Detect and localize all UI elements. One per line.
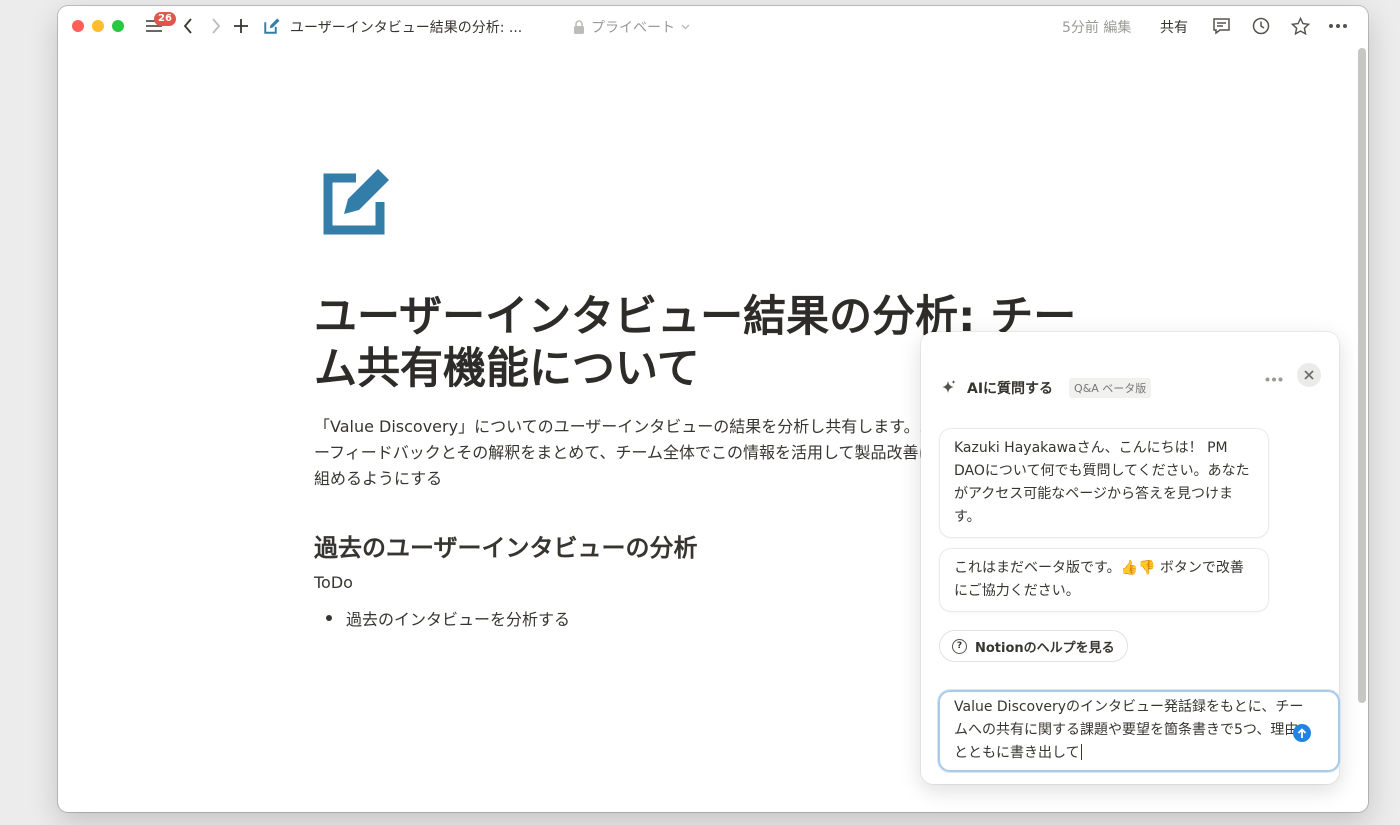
history-button[interactable] [1251,16,1271,36]
ai-question-text: Value Discoveryのインタビュー発話録をもとに、チームへの共有に関す… [954,699,1304,761]
breadcrumb-page-title[interactable]: ユーザーインタビュー結果の分析: ... [290,17,522,37]
edit-icon [323,169,389,235]
page-icon[interactable] [322,164,396,240]
page-description[interactable]: 「Value Discovery」についてのユーザーインタビューの結果を分析し共… [314,414,974,492]
ai-close-button[interactable] [1297,363,1321,387]
ai-panel-title: AIに質問する [967,381,1054,397]
list-item-text: 過去のインタビューを分析する [346,610,571,629]
vertical-scrollbar[interactable] [1358,48,1366,703]
ai-qa-panel: AIに質問する Q&A ベータ版 Kazuki Hayakawaさん、こんにちは… [921,332,1340,784]
section-heading[interactable]: 過去のユーザーインタビューの分析 [314,528,698,563]
notification-badge: 26 [154,12,176,26]
todo-label[interactable]: ToDo [314,573,353,592]
text-caret [1080,744,1082,760]
close-window-button[interactable] [72,20,84,32]
forward-button[interactable] [206,16,226,36]
send-button[interactable] [1293,724,1311,742]
favorite-button[interactable] [1290,16,1310,36]
window-controls [72,20,124,32]
comment-icon [1212,18,1230,35]
ai-panel-header: AIに質問する Q&A ベータ版 [939,378,1152,398]
list-item[interactable]: 過去のインタビューを分析する [326,606,570,630]
more-horizontal-icon [1329,24,1347,28]
arrow-up-icon [1297,727,1307,738]
share-button[interactable]: 共有 [1160,17,1188,37]
comments-button[interactable] [1211,16,1231,36]
maximize-window-button[interactable] [112,20,124,32]
sparkle-icon [942,380,956,393]
close-icon [1304,370,1314,380]
notion-help-button[interactable]: ? Notionのヘルプを見る [939,630,1128,662]
back-button[interactable] [178,16,198,36]
star-icon [1290,17,1310,35]
ai-message: Kazuki Hayakawaさん、こんにちは！ PM DAOについて何でも質問… [939,428,1269,538]
ai-message: これはまだベータ版です。👍👎 ボタンで改善にご協力ください。 [939,548,1269,612]
edited-timestamp: 5分前 編集 [1062,20,1132,36]
beta-tag: Q&A ベータ版 [1069,378,1152,398]
chevron-left-icon [183,18,192,34]
more-horizontal-icon [1265,377,1283,382]
privacy-label: プライベート [591,20,675,36]
app-window: 26 ユーザーインタビュー結果の分析: ... プライベート 5分前 編集 共有 [58,6,1368,812]
titlebar: 26 ユーザーインタビュー結果の分析: ... プライベート 5分前 編集 共有 [58,6,1368,46]
chevron-down-icon [681,24,690,30]
ai-more-options-button[interactable] [1265,367,1283,386]
ai-question-input[interactable]: Value Discoveryのインタビュー発話録をもとに、チームへの共有に関す… [938,690,1340,772]
edit-icon [264,18,280,34]
lock-icon [574,20,584,34]
bullet-icon [326,615,332,621]
clock-icon [1252,17,1270,35]
new-page-button[interactable] [231,16,251,36]
minimize-window-button[interactable] [92,20,104,32]
plus-icon [234,19,248,33]
more-options-button[interactable] [1328,16,1348,36]
notion-help-label: Notionのヘルプを見る [975,640,1115,656]
chevron-right-icon [212,18,221,34]
question-icon: ? [952,638,967,654]
privacy-selector[interactable]: プライベート [573,17,690,37]
page-icon-small [262,16,282,36]
